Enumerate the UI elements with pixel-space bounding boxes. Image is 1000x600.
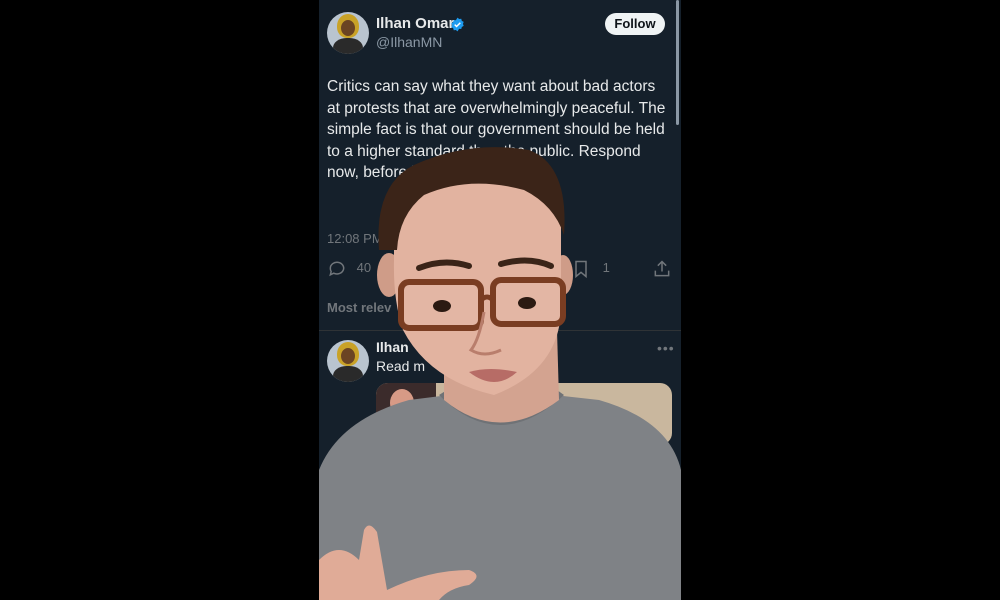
phone-screen: Ilhan Omar @IlhanMN Follow Critics can s…	[319, 0, 681, 600]
presenter-overlay	[319, 147, 681, 600]
